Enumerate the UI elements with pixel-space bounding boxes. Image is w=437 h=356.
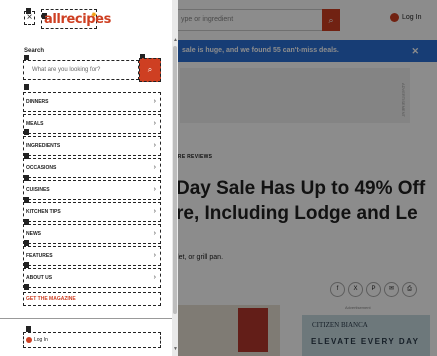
chevron-right-icon: › <box>153 98 156 105</box>
chevron-right-icon: › <box>153 120 156 127</box>
search-label: Search <box>24 48 45 54</box>
search-button[interactable]: ⌕ <box>139 58 161 82</box>
get-magazine-link[interactable]: GET THE MAGAZINE <box>23 292 161 306</box>
chevron-right-icon: › <box>153 164 156 171</box>
chevron-right-icon: › <box>153 186 156 193</box>
drawer-login-link[interactable]: Log In <box>23 332 161 348</box>
nav-item-label: CUISINES <box>26 187 50 193</box>
nav-item-ingredients[interactable]: INGREDIENTS › <box>23 136 161 156</box>
chevron-right-icon: › <box>153 230 156 237</box>
nav-item-label: NEWS <box>26 231 41 237</box>
nav-item-cuisines[interactable]: CUISINES › <box>23 180 161 200</box>
marker <box>24 84 29 90</box>
scroll-up-arrow[interactable]: ▲ <box>173 37 178 43</box>
nav-item-kitchen-tips[interactable]: KITCHEN TIPS › <box>23 202 161 222</box>
chevron-right-icon: › <box>153 252 156 259</box>
marker <box>24 284 29 290</box>
user-icon <box>26 337 32 343</box>
nav-item-occasions[interactable]: OCCASIONS › <box>23 158 161 178</box>
nav-item-label: OCCASIONS <box>26 165 57 171</box>
nav-item-label: INGREDIENTS <box>26 143 61 149</box>
scroll-down-arrow[interactable]: ▼ <box>173 346 178 352</box>
chevron-right-icon: › <box>153 274 156 281</box>
nav-item-features[interactable]: FEATURES › <box>23 246 161 266</box>
nav-item-label: FEATURES <box>26 253 53 259</box>
marker <box>26 8 31 14</box>
nav-item-label: ABOUT US <box>26 275 53 281</box>
nav-item-label: MEALS <box>26 121 44 127</box>
nav-item-meals[interactable]: MEALS › <box>23 114 161 134</box>
drawer-scroll-thumb[interactable] <box>173 46 177 314</box>
drawer-divider <box>0 318 172 319</box>
logo-star-icon: ✸ <box>91 12 97 19</box>
nav-item-news[interactable]: NEWS › <box>23 224 161 244</box>
chevron-right-icon: › <box>153 142 156 149</box>
nav-item-dinners[interactable]: DINNERS › <box>23 92 161 112</box>
logo: allrecipes <box>44 12 111 27</box>
chevron-right-icon: › <box>153 208 156 215</box>
nav-item-label: KITCHEN TIPS <box>26 209 61 215</box>
nav-item-about-us[interactable]: ABOUT US › <box>23 268 161 288</box>
nav-item-label: DINNERS <box>26 99 49 105</box>
search-input[interactable]: What are you looking for? <box>23 60 139 80</box>
